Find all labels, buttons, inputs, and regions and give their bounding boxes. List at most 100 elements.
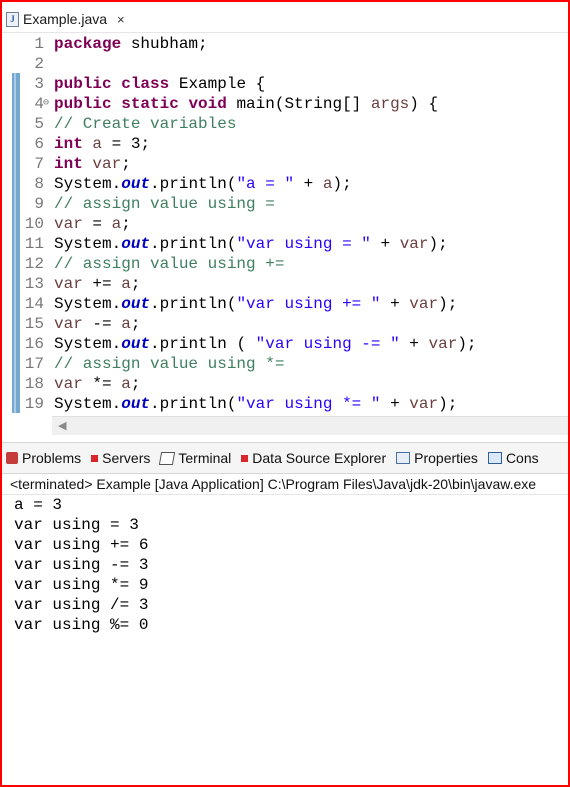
terminal-icon xyxy=(159,451,176,465)
editor-tab-bar: J Example.java × xyxy=(2,2,568,33)
code-token: out xyxy=(121,335,151,353)
code-line[interactable]: 19 System.out.println("var using *= " + v… xyxy=(2,394,568,414)
scroll-left-icon[interactable]: ◀ xyxy=(58,419,66,432)
line-number: 18 xyxy=(24,375,44,393)
code-token: var xyxy=(54,275,83,293)
code-token: ); xyxy=(438,395,458,413)
code-token: = 3; xyxy=(102,135,151,153)
code-token: // assign value using *= xyxy=(54,355,285,373)
code-text: System.out.println("a = " + a); xyxy=(54,174,352,194)
code-line[interactable]: 11 System.out.println("var using = " + va… xyxy=(2,234,568,254)
code-line[interactable]: 7 int var; xyxy=(2,154,568,174)
line-number: 1 xyxy=(34,35,44,53)
code-token: out xyxy=(121,295,151,313)
code-line[interactable]: 1 package shubham; xyxy=(2,34,568,54)
code-token: System. xyxy=(54,335,122,353)
code-token: // assign value using = xyxy=(54,195,275,213)
code-token: var xyxy=(54,315,83,333)
code-line[interactable]: 16 System.out.println ( "var using -= " +… xyxy=(2,334,568,354)
line-number: 5 xyxy=(34,115,44,133)
code-token: var xyxy=(54,375,83,393)
code-line[interactable]: 4 ⊖ public static void main(String[] args)… xyxy=(2,94,568,114)
code-token: -= xyxy=(82,315,122,333)
code-token: int xyxy=(54,155,83,173)
code-token: + xyxy=(399,335,429,353)
code-line[interactable]: 17 // assign value using *= xyxy=(2,354,568,374)
tab-problems[interactable]: Problems xyxy=(2,443,87,473)
code-token: a xyxy=(111,215,122,233)
problems-icon xyxy=(6,452,18,464)
code-token: out xyxy=(121,175,151,193)
close-icon[interactable]: × xyxy=(117,12,125,27)
code-token: ; xyxy=(121,155,131,173)
code-token: ) { xyxy=(409,95,439,113)
code-token: System. xyxy=(54,175,122,193)
line-number: 12 xyxy=(24,255,44,273)
code-line[interactable]: 12 // assign value using += xyxy=(2,254,568,274)
code-text: var -= a; xyxy=(54,314,140,334)
console-output[interactable]: a = 3 var using = 3 var using += 6 var usin… xyxy=(14,495,564,635)
line-number: 16 xyxy=(24,335,44,353)
code-line[interactable]: 3 public class Example { xyxy=(2,74,568,94)
code-text: package shubham; xyxy=(54,34,208,54)
code-token: System. xyxy=(54,295,122,313)
code-token: public xyxy=(54,95,112,113)
code-token: var xyxy=(54,215,83,233)
code-line[interactable]: 2 xyxy=(2,54,568,74)
code-token: System. xyxy=(54,395,122,413)
tab-problems-label: Problems xyxy=(22,450,82,466)
code-text: public class Example { xyxy=(54,74,265,94)
code-token: a xyxy=(92,135,103,153)
code-line[interactable]: 15 var -= a; xyxy=(2,314,568,334)
line-number: 13 xyxy=(24,275,44,293)
code-token: // Create variables xyxy=(54,115,237,133)
code-token: "var using += " xyxy=(236,295,381,313)
fold-collapse-icon[interactable]: ⊖ xyxy=(43,94,49,114)
line-number: 4 xyxy=(34,95,44,113)
tab-properties-label: Properties xyxy=(414,450,478,466)
code-line[interactable]: 9 // assign value using = xyxy=(2,194,568,214)
code-token: ; xyxy=(130,275,141,293)
code-token: a xyxy=(121,315,131,333)
line-number: 17 xyxy=(24,355,44,373)
line-number: 11 xyxy=(24,235,44,253)
code-text: // Create variables xyxy=(54,114,236,134)
code-line[interactable]: 8 System.out.println("a = " + a); xyxy=(2,174,568,194)
code-token: .println( xyxy=(150,175,237,193)
tab-properties[interactable]: Properties xyxy=(392,443,484,473)
code-token: ; xyxy=(130,375,141,393)
code-editor[interactable]: 1 package shubham; 2 3 public class Example … xyxy=(2,33,568,417)
tab-console[interactable]: Cons xyxy=(484,443,545,473)
line-number: 14 xyxy=(24,295,44,313)
code-token: .println( xyxy=(150,295,237,313)
properties-icon xyxy=(396,452,411,464)
console-output-line: var using /= 3 xyxy=(14,596,149,614)
tab-terminal[interactable]: Terminal xyxy=(156,443,237,473)
code-text: public static void main(String[] args) { xyxy=(54,94,438,114)
console-process-header: <terminated> Example [Java Application] … xyxy=(2,473,568,495)
code-token: var xyxy=(409,295,439,313)
code-line[interactable]: 6 int a = 3; xyxy=(2,134,568,154)
tab-data-source-explorer[interactable]: Data Source Explorer xyxy=(237,443,392,473)
code-token: // assign value using += xyxy=(54,255,285,273)
code-token: out xyxy=(121,395,151,413)
code-line[interactable]: 14 System.out.println("var using += " + v… xyxy=(2,294,568,314)
code-text: // assign value using += xyxy=(54,254,284,274)
code-token: ; xyxy=(121,215,131,233)
code-token: "var using = " xyxy=(236,235,371,253)
code-token: = xyxy=(82,215,112,233)
code-token: System. xyxy=(54,235,122,253)
code-line[interactable]: 10 var = a; xyxy=(2,214,568,234)
console-output-line: var using -= 3 xyxy=(14,556,149,574)
code-line[interactable]: 5 // Create variables xyxy=(2,114,568,134)
line-number: 3 xyxy=(34,75,44,93)
code-token: main(String[] xyxy=(226,95,371,113)
editor-horizontal-scrollbar[interactable]: ◀ xyxy=(52,416,568,435)
tab-servers[interactable]: Servers xyxy=(87,443,156,473)
code-token: ); xyxy=(332,175,352,193)
code-line[interactable]: 18 var *= a; xyxy=(2,374,568,394)
editor-tab-example-java[interactable]: J Example.java × xyxy=(6,8,125,30)
code-line[interactable]: 13 var += a; xyxy=(2,274,568,294)
